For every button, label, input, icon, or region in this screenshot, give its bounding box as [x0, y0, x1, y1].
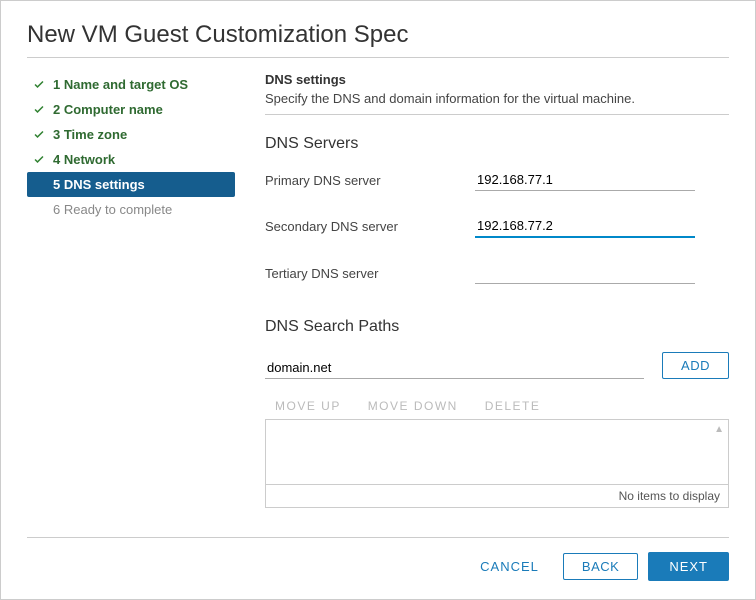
check-icon	[31, 79, 47, 91]
move-down-button[interactable]: MOVE DOWN	[368, 399, 458, 413]
step-label: 4 Network	[53, 152, 115, 167]
check-icon	[31, 104, 47, 116]
section-desc: Specify the DNS and domain information f…	[265, 91, 729, 115]
secondary-dns-input[interactable]	[475, 215, 695, 238]
scroll-up-icon: ▲	[714, 424, 724, 435]
step-label: 2 Computer name	[53, 102, 163, 117]
list-empty-text: No items to display	[265, 485, 729, 508]
search-path-input[interactable]	[265, 357, 644, 379]
step-dns-settings[interactable]: 5 DNS settings	[27, 172, 235, 197]
dialog-title: New VM Guest Customization Spec	[27, 21, 729, 58]
step-label: 5 DNS settings	[53, 177, 145, 192]
search-paths-list[interactable]: ▲	[265, 419, 729, 485]
dialog-content: 1 Name and target OS 2 Computer name 3 T…	[27, 72, 729, 537]
cancel-button[interactable]: CANCEL	[466, 553, 553, 580]
step-time-zone[interactable]: 3 Time zone	[27, 122, 235, 147]
step-label: 1 Name and target OS	[53, 77, 188, 92]
secondary-dns-row: Secondary DNS server	[265, 215, 729, 238]
delete-button[interactable]: DELETE	[485, 399, 541, 413]
step-ready-complete: 6 Ready to complete	[27, 197, 235, 222]
primary-dns-input[interactable]	[475, 169, 695, 191]
section-title: DNS settings	[265, 72, 729, 87]
tertiary-dns-label: Tertiary DNS server	[265, 266, 475, 281]
secondary-dns-label: Secondary DNS server	[265, 219, 475, 234]
step-network[interactable]: 4 Network	[27, 147, 235, 172]
back-button[interactable]: BACK	[563, 553, 638, 580]
check-icon	[31, 129, 47, 141]
step-name-target-os[interactable]: 1 Name and target OS	[27, 72, 235, 97]
move-up-button[interactable]: MOVE UP	[275, 399, 341, 413]
search-path-row: ADD	[265, 352, 729, 379]
step-computer-name[interactable]: 2 Computer name	[27, 97, 235, 122]
primary-dns-label: Primary DNS server	[265, 173, 475, 188]
dialog-footer: CANCEL BACK NEXT	[27, 537, 729, 581]
dns-search-paths-heading: DNS Search Paths	[265, 318, 729, 336]
dns-servers-heading: DNS Servers	[265, 135, 729, 153]
next-button[interactable]: NEXT	[648, 552, 729, 581]
primary-dns-row: Primary DNS server	[265, 169, 729, 191]
tertiary-dns-input[interactable]	[475, 262, 695, 284]
main-panel: DNS settings Specify the DNS and domain …	[235, 72, 729, 537]
step-label: 6 Ready to complete	[53, 202, 172, 217]
step-label: 3 Time zone	[53, 127, 127, 142]
add-button[interactable]: ADD	[662, 352, 729, 379]
list-actions: MOVE UP MOVE DOWN DELETE	[265, 393, 729, 419]
tertiary-dns-row: Tertiary DNS server	[265, 262, 729, 284]
check-icon	[31, 154, 47, 166]
wizard-steps: 1 Name and target OS 2 Computer name 3 T…	[27, 72, 235, 537]
